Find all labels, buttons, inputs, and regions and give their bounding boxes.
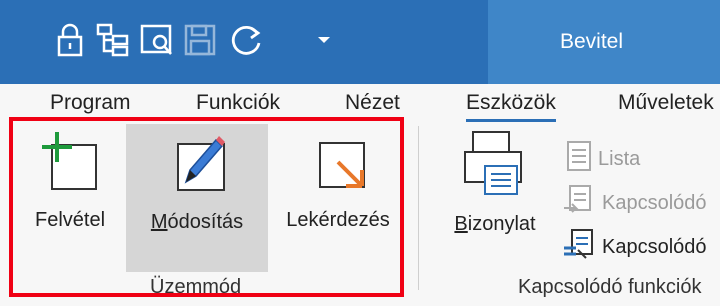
list-label: Lista bbox=[598, 147, 641, 170]
preview-icon[interactable] bbox=[136, 18, 178, 62]
tree-view-icon[interactable] bbox=[92, 18, 134, 62]
tab-eszkozok[interactable]: Eszközök bbox=[466, 91, 556, 122]
tab-muveletek[interactable]: Műveletek bbox=[618, 91, 714, 115]
highlight-frame bbox=[9, 117, 404, 297]
refresh-icon[interactable] bbox=[224, 18, 268, 62]
related-button-1: Kapcsolódó bbox=[562, 184, 707, 222]
tab-funkciok[interactable]: Funkciók bbox=[196, 91, 280, 115]
document-button[interactable]: Bizonylat bbox=[440, 124, 550, 264]
related-group-label: Kapcsolódó funkciók bbox=[518, 276, 702, 298]
group-divider bbox=[418, 126, 419, 290]
attachment-document-icon bbox=[562, 228, 596, 266]
linked-document-icon bbox=[562, 184, 596, 222]
document-label: Bizonylat bbox=[454, 213, 536, 235]
printer-document-icon bbox=[463, 130, 527, 201]
customize-dropdown-icon[interactable] bbox=[312, 18, 336, 62]
tab-program[interactable]: Program bbox=[50, 91, 131, 115]
list-button: Lista bbox=[566, 140, 640, 178]
related-button-2[interactable]: Kapcsolódó bbox=[562, 228, 707, 266]
context-tab[interactable]: Bevitel bbox=[488, 0, 720, 84]
document-label-rest: izonylat bbox=[467, 213, 536, 235]
related-label-1: Kapcsolódó bbox=[602, 191, 707, 214]
list-document-icon bbox=[566, 140, 592, 178]
related-label-2: Kapcsolódó bbox=[602, 235, 707, 258]
save-icon bbox=[180, 18, 220, 62]
tab-nezet[interactable]: Nézet bbox=[345, 91, 400, 115]
lock-icon[interactable] bbox=[50, 18, 90, 62]
